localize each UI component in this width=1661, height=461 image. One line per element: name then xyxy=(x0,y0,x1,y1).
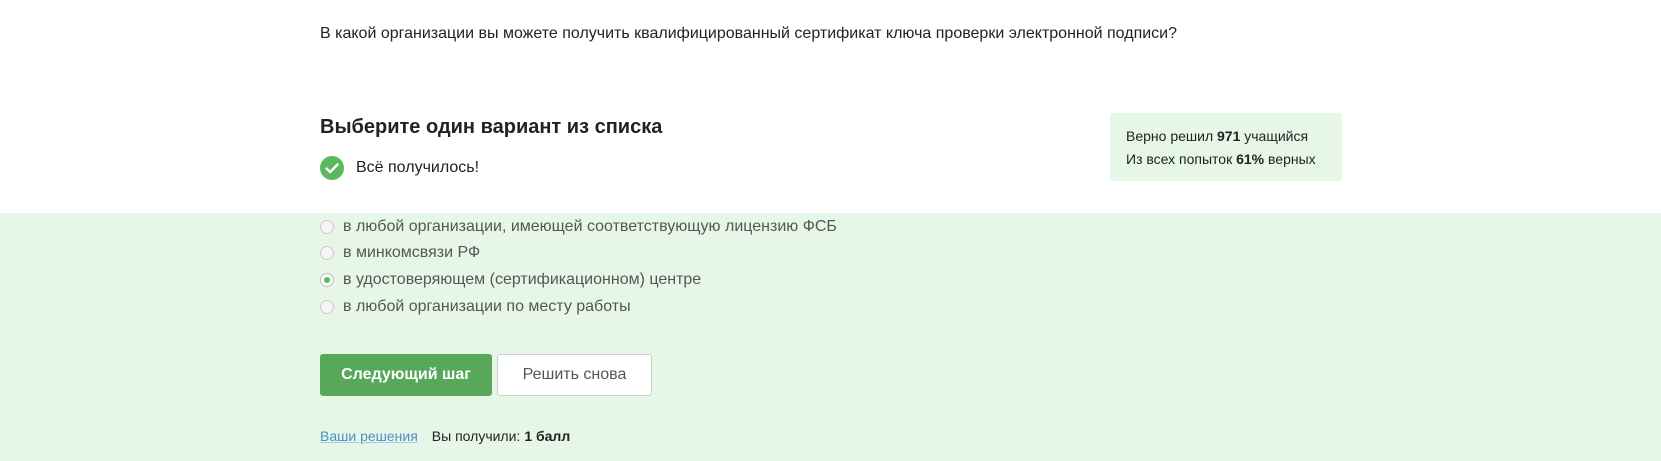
stats-attempts-suffix: верных xyxy=(1268,151,1316,167)
score-value: 1 балл xyxy=(524,428,571,444)
stats-panel: Верно решил 971 учащийся Из всех попыток… xyxy=(1110,113,1342,181)
step-page: В какой организации вы можете получить к… xyxy=(0,0,1661,461)
stats-attempts-line: Из всех попыток 61% верных xyxy=(1126,148,1326,171)
radio-button[interactable] xyxy=(320,220,334,234)
stats-solved-prefix: Верно решил xyxy=(1126,128,1214,144)
answer-area xyxy=(0,213,1661,461)
option-label: в любой организации, имеющей соответству… xyxy=(343,218,837,235)
option-fsb-license[interactable]: в любой организации, имеющей соответству… xyxy=(320,217,837,237)
status-text: Всё получилось! xyxy=(356,159,480,176)
radio-button-selected[interactable] xyxy=(320,273,334,287)
your-solutions-link[interactable]: Ваши решения xyxy=(320,426,418,446)
option-workplace[interactable]: в любой организации по месту работы xyxy=(320,297,631,317)
status-message: Всё получилось! xyxy=(320,156,479,180)
option-label: в удостоверяющем (сертификационном) цент… xyxy=(343,271,702,288)
score-label: Вы получили: xyxy=(431,428,521,444)
next-step-button[interactable]: Следующий шаг xyxy=(320,354,492,396)
result-footer: Ваши решения Вы получили: 1 балл xyxy=(320,426,570,446)
option-ministry[interactable]: в минкомсвязи РФ xyxy=(320,243,480,263)
radio-button[interactable] xyxy=(320,246,334,260)
retry-button[interactable]: Решить снова xyxy=(497,354,652,396)
stats-attempts-prefix: Из всех попыток xyxy=(1126,151,1233,167)
task-heading: Выберите один вариант из списка xyxy=(320,116,663,138)
stats-solved-count: 971 xyxy=(1217,128,1241,144)
option-label: в минкомсвязи РФ xyxy=(343,244,481,261)
stats-solved-suffix: учащийся xyxy=(1244,128,1309,144)
radio-button[interactable] xyxy=(320,300,334,314)
option-certification-center[interactable]: в удостоверяющем (сертификационном) цент… xyxy=(320,270,701,290)
stats-attempts-percent: 61% xyxy=(1236,151,1265,167)
question-text: В какой организации вы можете получить к… xyxy=(320,25,1177,42)
option-label: в любой организации по месту работы xyxy=(343,298,631,315)
stats-solved-line: Верно решил 971 учащийся xyxy=(1126,125,1326,148)
check-circle-icon xyxy=(320,156,344,180)
